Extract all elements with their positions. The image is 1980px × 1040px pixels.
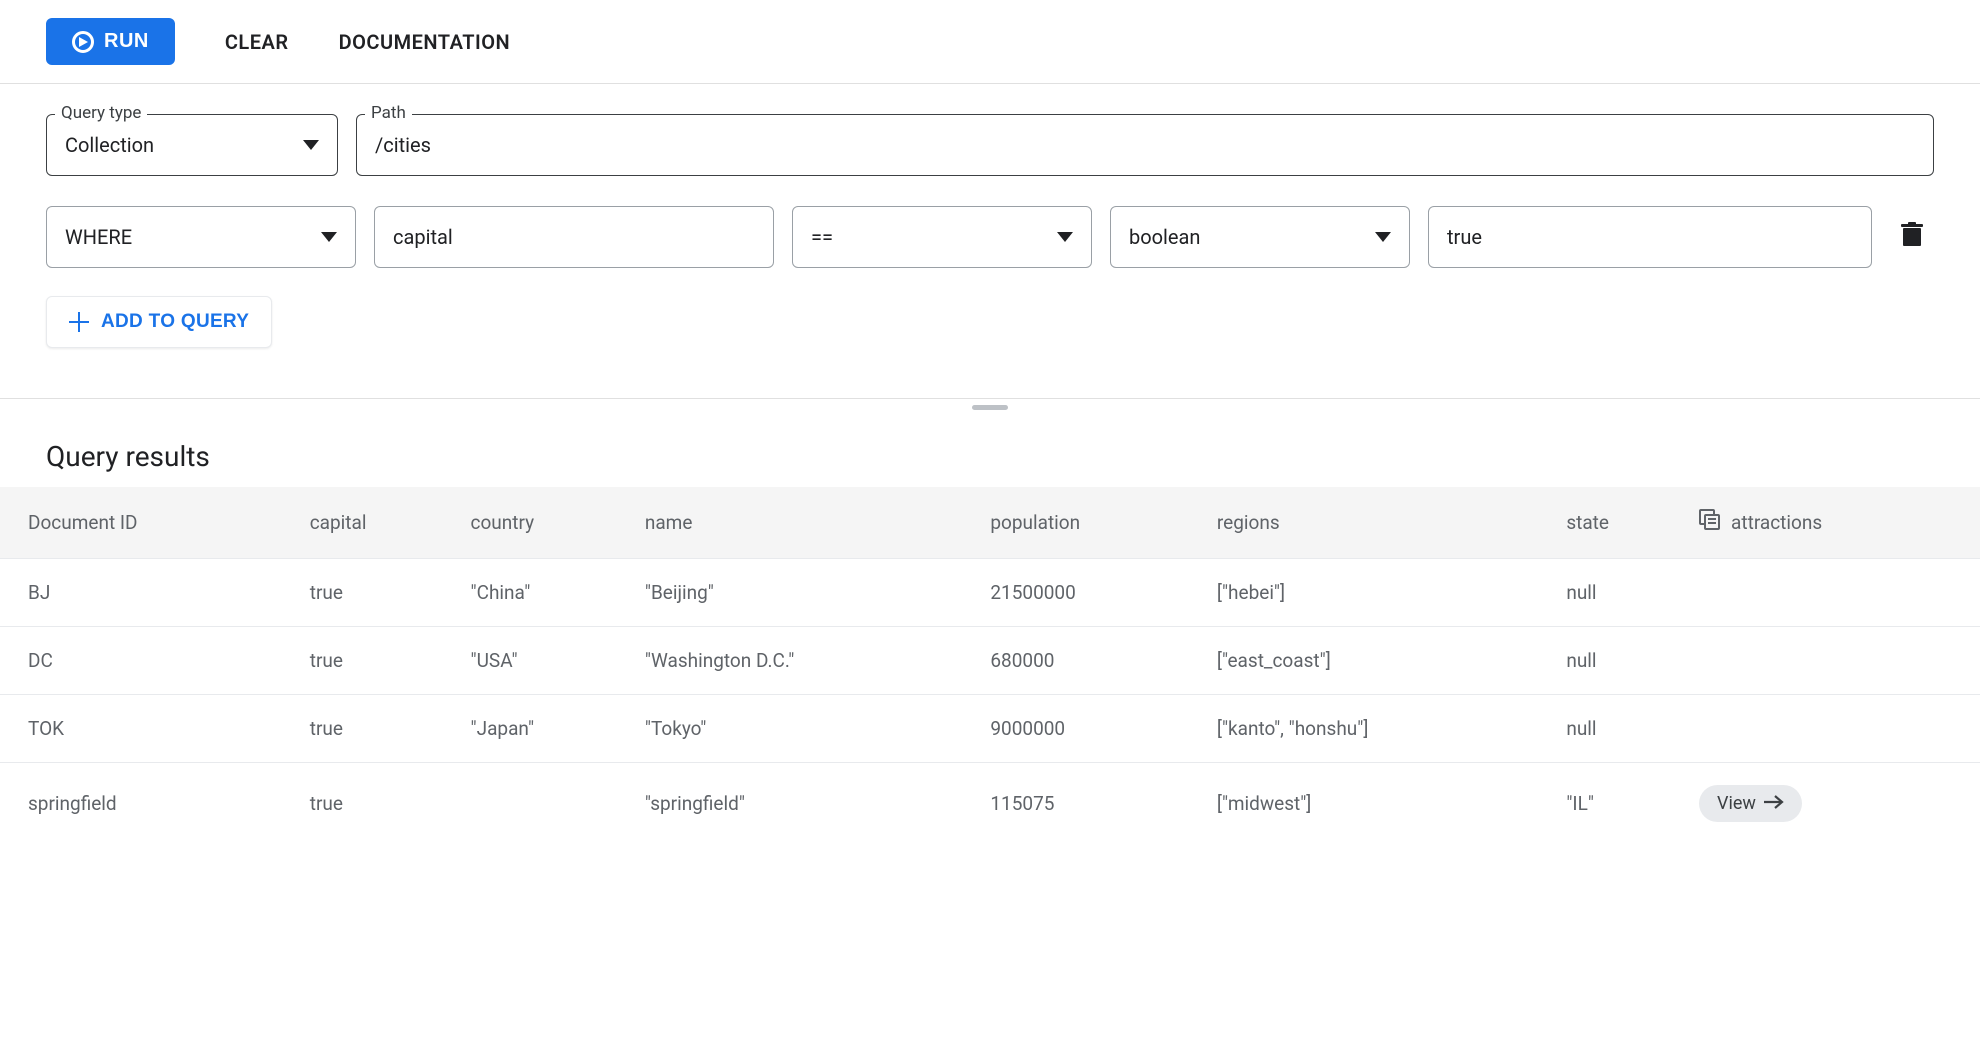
table-row[interactable]: BJtrue"China""Beijing"21500000["hebei"]n… bbox=[0, 559, 1980, 627]
play-icon bbox=[72, 31, 94, 53]
subcollection-icon bbox=[1699, 509, 1721, 536]
col-name[interactable]: name bbox=[633, 487, 979, 559]
cell-state: "IL" bbox=[1554, 763, 1687, 845]
cell-regions: ["midwest"] bbox=[1205, 763, 1554, 845]
cell-population: 680000 bbox=[978, 627, 1205, 695]
cell-population: 115075 bbox=[978, 763, 1205, 845]
cell-capital: true bbox=[298, 559, 459, 627]
col-state[interactable]: state bbox=[1554, 487, 1687, 559]
path-value: /cities bbox=[375, 133, 431, 157]
col-capital[interactable]: capital bbox=[298, 487, 459, 559]
clause-value-value: true bbox=[1447, 225, 1482, 249]
cell-name: "Tokyo" bbox=[633, 695, 979, 763]
arrow-right-icon bbox=[1764, 793, 1784, 814]
col-country[interactable]: country bbox=[459, 487, 633, 559]
add-to-query-label: ADD TO QUERY bbox=[101, 311, 249, 333]
run-button[interactable]: RUN bbox=[46, 18, 175, 65]
cell-doc_id: TOK bbox=[0, 695, 298, 763]
resize-handle[interactable] bbox=[0, 398, 1980, 416]
col-attractions[interactable]: attractions bbox=[1687, 487, 1980, 559]
view-label: View bbox=[1717, 793, 1756, 814]
clause-field-input[interactable]: capital bbox=[374, 206, 774, 268]
clause-keyword-value: WHERE bbox=[65, 225, 132, 249]
trash-icon bbox=[1901, 222, 1923, 253]
cell-regions: ["east_coast"] bbox=[1205, 627, 1554, 695]
chevron-down-icon bbox=[303, 140, 319, 150]
col-population[interactable]: population bbox=[978, 487, 1205, 559]
cell-name: "Washington D.C." bbox=[633, 627, 979, 695]
cell-attractions bbox=[1687, 559, 1980, 627]
query-type-value: Collection bbox=[65, 133, 154, 157]
results-title: Query results bbox=[0, 416, 1980, 487]
cell-regions: ["hebei"] bbox=[1205, 559, 1554, 627]
query-type-field[interactable]: Query type Collection bbox=[46, 114, 338, 176]
cell-state: null bbox=[1554, 559, 1687, 627]
cell-population: 9000000 bbox=[978, 695, 1205, 763]
cell-doc_id: BJ bbox=[0, 559, 298, 627]
cell-population: 21500000 bbox=[978, 559, 1205, 627]
cell-doc_id: DC bbox=[0, 627, 298, 695]
path-label: Path bbox=[365, 103, 412, 123]
table-row[interactable]: TOKtrue"Japan""Tokyo"9000000["kanto", "h… bbox=[0, 695, 1980, 763]
table-row[interactable]: springfieldtrue "springfield"115075["midw… bbox=[0, 763, 1980, 845]
query-toolbar: RUN CLEAR DOCUMENTATION bbox=[0, 0, 1980, 84]
chevron-down-icon bbox=[321, 232, 337, 242]
cell-country: "China" bbox=[459, 559, 633, 627]
cell-attractions bbox=[1687, 695, 1980, 763]
plus-icon bbox=[69, 312, 89, 332]
clear-button[interactable]: CLEAR bbox=[225, 30, 289, 54]
col-document-id[interactable]: Document ID bbox=[0, 487, 298, 559]
add-to-query-button[interactable]: ADD TO QUERY bbox=[46, 296, 272, 348]
clause-field-value: capital bbox=[393, 225, 453, 249]
view-subcollection-button[interactable]: View bbox=[1699, 785, 1802, 822]
grip-icon bbox=[972, 405, 1008, 410]
cell-attractions: View bbox=[1687, 763, 1980, 845]
clause-operator-value: == bbox=[811, 225, 833, 249]
cell-state: null bbox=[1554, 695, 1687, 763]
results-table: Document ID capital country name populat… bbox=[0, 487, 1980, 844]
chevron-down-icon bbox=[1057, 232, 1073, 242]
cell-doc_id: springfield bbox=[0, 763, 298, 845]
clause-type-value: boolean bbox=[1129, 225, 1200, 249]
cell-country: "Japan" bbox=[459, 695, 633, 763]
query-builder: Query type Collection Path /cities WHERE… bbox=[0, 84, 1980, 398]
cell-capital: true bbox=[298, 763, 459, 845]
chevron-down-icon bbox=[1375, 232, 1391, 242]
cell-country bbox=[459, 763, 633, 845]
cell-name: "springfield" bbox=[633, 763, 979, 845]
cell-regions: ["kanto", "honshu"] bbox=[1205, 695, 1554, 763]
cell-capital: true bbox=[298, 695, 459, 763]
table-header-row: Document ID capital country name populat… bbox=[0, 487, 1980, 559]
cell-capital: true bbox=[298, 627, 459, 695]
col-regions[interactable]: regions bbox=[1205, 487, 1554, 559]
documentation-link[interactable]: DOCUMENTATION bbox=[339, 30, 511, 54]
clause-keyword-field[interactable]: WHERE bbox=[46, 206, 356, 268]
clause-type-field[interactable]: boolean bbox=[1110, 206, 1410, 268]
query-type-label: Query type bbox=[55, 103, 147, 123]
run-button-label: RUN bbox=[104, 30, 149, 53]
col-attractions-label: attractions bbox=[1731, 511, 1822, 534]
cell-name: "Beijing" bbox=[633, 559, 979, 627]
table-row[interactable]: DCtrue"USA""Washington D.C."680000["east… bbox=[0, 627, 1980, 695]
delete-clause-button[interactable] bbox=[1890, 206, 1934, 268]
path-field[interactable]: Path /cities bbox=[356, 114, 1934, 176]
cell-state: null bbox=[1554, 627, 1687, 695]
cell-attractions bbox=[1687, 627, 1980, 695]
clause-value-input[interactable]: true bbox=[1428, 206, 1872, 268]
cell-country: "USA" bbox=[459, 627, 633, 695]
clause-operator-field[interactable]: == bbox=[792, 206, 1092, 268]
